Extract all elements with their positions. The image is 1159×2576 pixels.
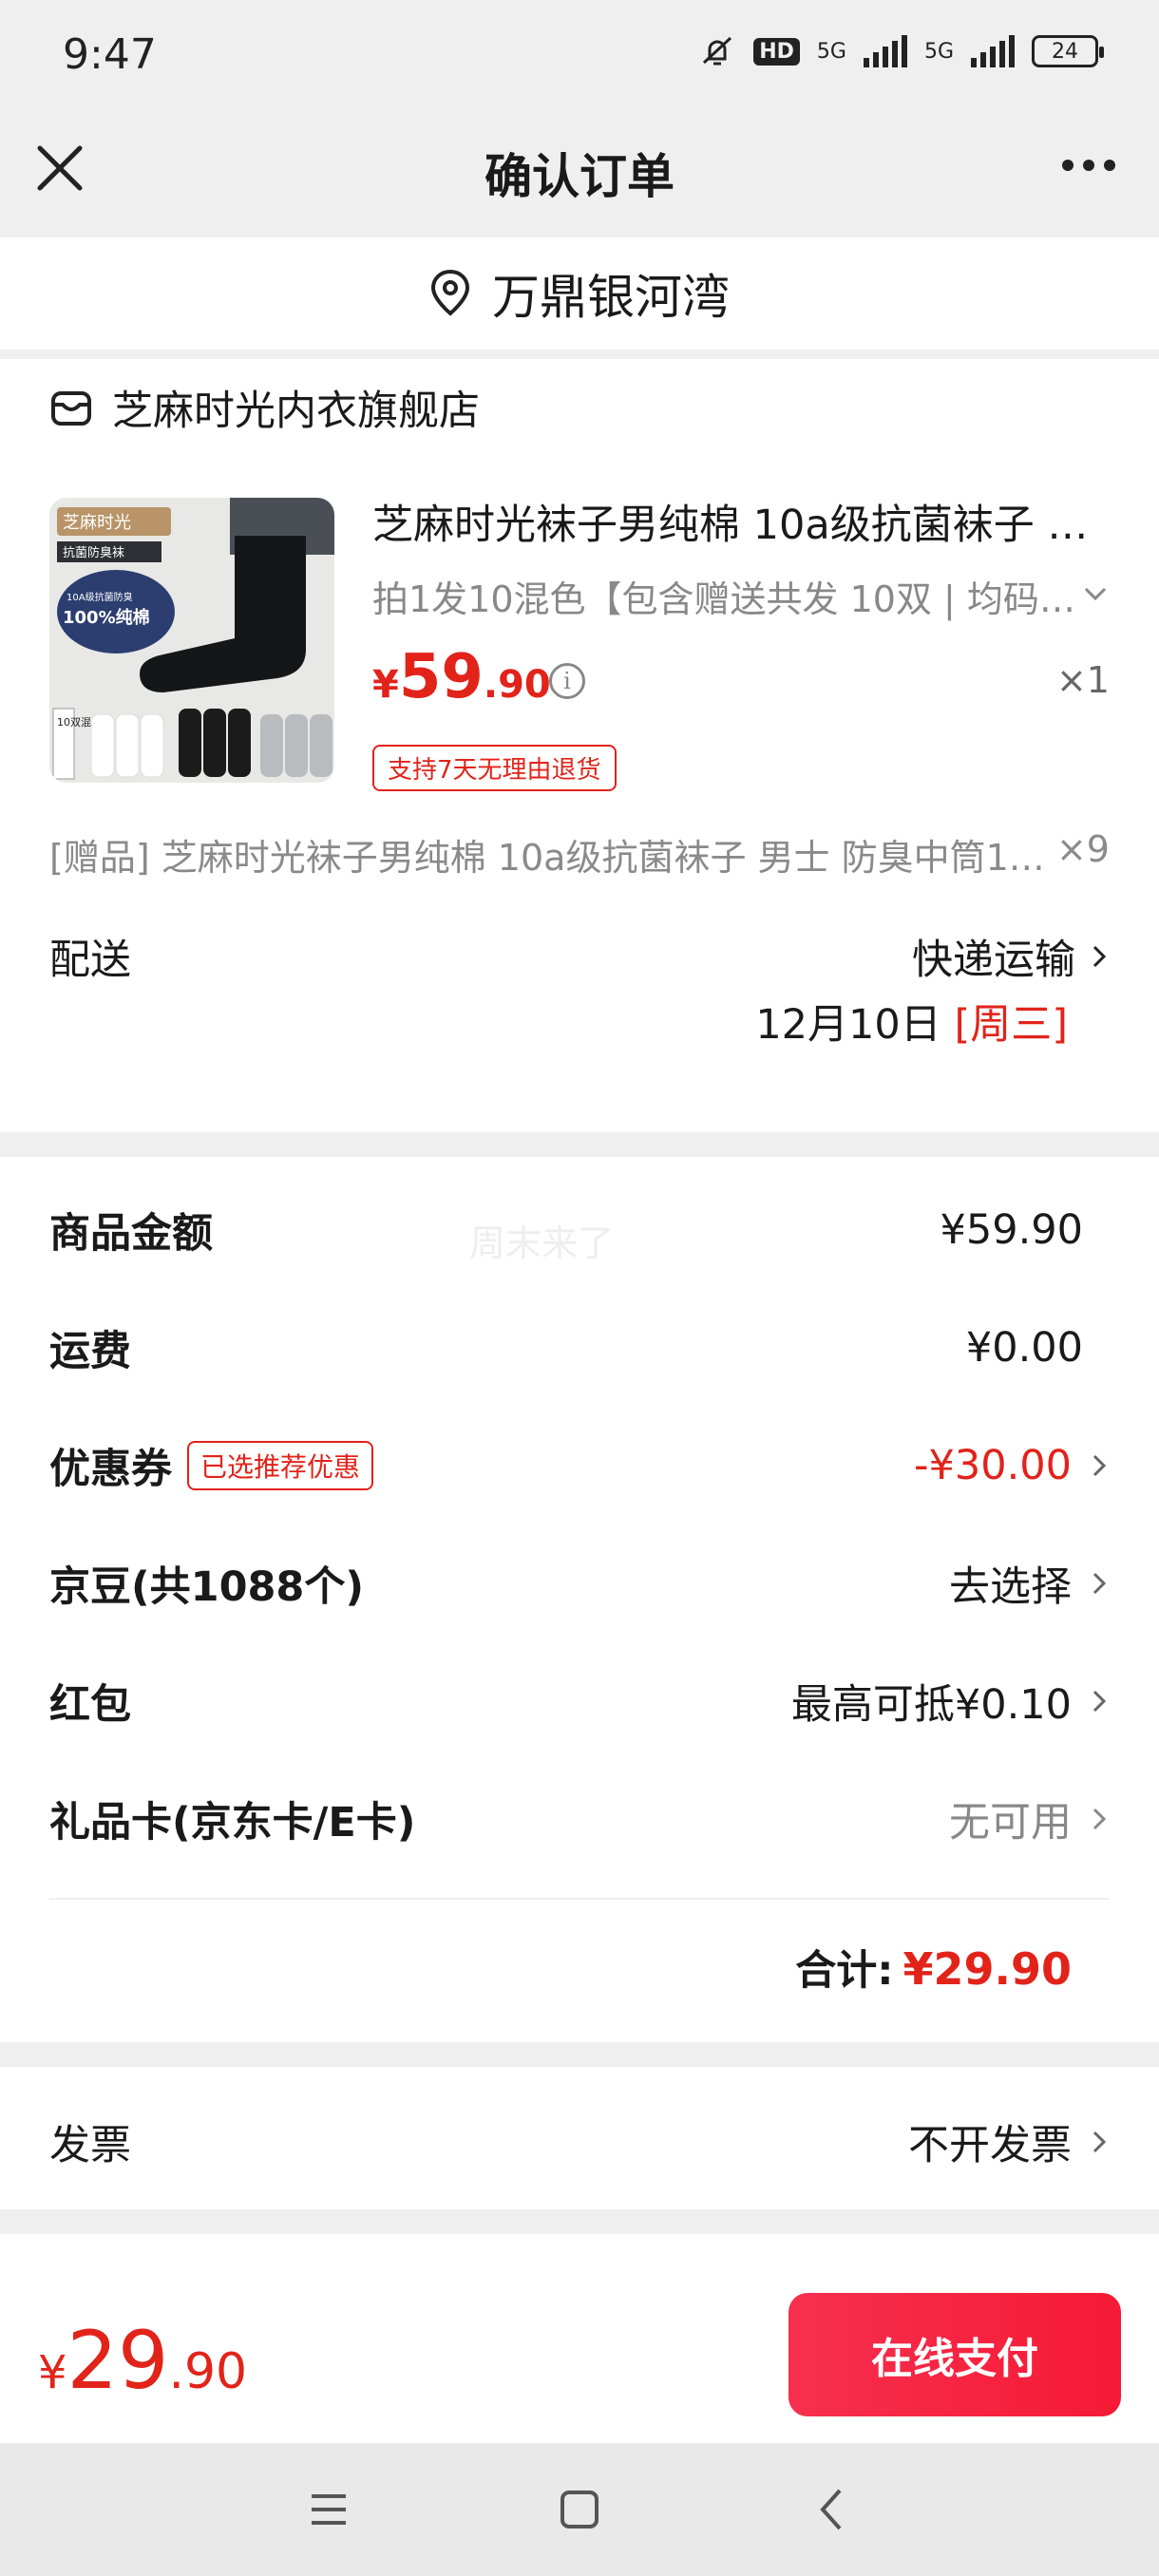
store-header[interactable]: 芝麻时光内衣旗舰店	[49, 378, 480, 437]
summary-row-coupon[interactable]: 优惠券 已选推荐优惠 -¥30.00	[49, 1436, 1110, 1495]
system-nav-bar	[0, 2443, 1159, 2576]
summary-row-value-wrap: -¥30.00	[914, 1442, 1110, 1489]
summary-row-value: ¥0.00	[965, 1324, 1083, 1372]
product-image-graphic: 芝麻时光 抗菌防臭袜 10A级抗菌防臭 100%纯棉 10双混色	[49, 498, 334, 783]
summary-row-label: 礼品卡(京东卡/E卡)	[49, 1799, 416, 1847]
chevron-right-icon	[1092, 1808, 1107, 1830]
summary-row-gift-card[interactable]: 礼品卡(京东卡/E卡) 无可用	[49, 1790, 1110, 1848]
battery-level: 24	[1052, 39, 1078, 64]
menu-icon[interactable]	[300, 2481, 357, 2538]
store-card: 芝麻时光内衣旗舰店 芝麻时光 抗菌防臭袜 10A级抗菌防臭 100%纯棉 10双…	[0, 359, 1159, 1132]
image-brand-text: 芝麻时光	[63, 513, 131, 533]
delivery-method[interactable]: 快递运输	[912, 927, 1110, 986]
address-text: 万鼎银河湾	[492, 270, 730, 325]
more-icon[interactable]	[1062, 160, 1115, 171]
summary-row-label-wrap: 优惠券 已选推荐优惠	[49, 1436, 374, 1495]
summary-divider	[49, 1898, 1110, 1900]
status-icons: HD 5G 5G 24	[698, 34, 1104, 68]
summary-row-value: ¥59.90	[940, 1206, 1083, 1254]
hd-badge: HD	[753, 37, 800, 66]
network-label-1: 5G	[816, 39, 846, 64]
signal-icon-2	[971, 35, 1015, 67]
location-pin-icon	[430, 269, 470, 316]
product-quantity: ×1	[1055, 659, 1110, 701]
total-value: ¥29.90	[902, 1943, 1072, 1995]
info-icon[interactable]: i	[549, 663, 585, 699]
summary-row-label: 运费	[49, 1328, 131, 1375]
summary-row-label: 商品金额	[49, 1210, 213, 1258]
invoice-value-wrap: 不开发票	[908, 2112, 1110, 2171]
summary-row-value: 无可用	[949, 1799, 1072, 1847]
delivery-method-text: 快递运输	[912, 937, 1075, 984]
price-summary-card: 周末来了 商品金额 ¥59.90 运费 ¥0.00 优惠券 已选推荐优惠 -¥3…	[0, 1157, 1159, 2042]
chevron-right-icon	[1092, 2131, 1107, 2153]
total-label: 合计:	[795, 1947, 894, 1995]
invoice-label: 发票	[49, 2122, 131, 2169]
store-icon	[51, 391, 91, 426]
pay-total-decimal: .90	[168, 2343, 248, 2400]
summary-row-value: 去选择	[949, 1563, 1072, 1611]
product-image[interactable]: 芝麻时光 抗菌防臭袜 10A级抗菌防臭 100%纯棉 10双混色	[49, 498, 334, 783]
chevron-right-icon	[1092, 945, 1107, 968]
store-name: 芝麻时光内衣旗舰店	[112, 388, 480, 435]
summary-row-label: 优惠券	[49, 1446, 172, 1493]
delivery-date-text: 12月10日	[755, 1001, 941, 1049]
signal-icon	[863, 35, 907, 67]
invoice-row[interactable]: 发票 不开发票	[49, 2112, 1110, 2171]
chevron-right-icon	[1092, 1690, 1107, 1713]
network-label-2: 5G	[923, 39, 954, 64]
price-integer: 59	[398, 642, 484, 712]
price-symbol: ¥	[372, 663, 399, 707]
chevron-right-icon	[1092, 1454, 1107, 1477]
page-header: 确认订单	[0, 114, 1159, 237]
return-policy-badge: 支持7天无理由退货	[372, 745, 617, 791]
delivery-date[interactable]: 12月10日 [周三]	[755, 992, 1068, 1051]
summary-row-value: 最高可抵¥0.10	[790, 1681, 1072, 1729]
battery-icon: 24	[1032, 35, 1104, 67]
chevron-down-icon[interactable]	[1081, 579, 1110, 608]
summary-row-value-wrap: 最高可抵¥0.10	[791, 1672, 1110, 1731]
price-decimal: .90	[483, 663, 551, 707]
summary-row-shipping: 运费 ¥0.00	[49, 1318, 1110, 1377]
summary-row-goods-amount: 商品金额 ¥59.90	[49, 1201, 1110, 1260]
gift-quantity: ×9	[1055, 828, 1110, 870]
pay-total: ¥ 29 .90	[38, 2314, 247, 2407]
total-row: 合计: ¥29.90	[795, 1938, 1072, 1997]
mute-icon	[703, 36, 732, 66]
delivery-weekday: [周三]	[954, 1001, 1068, 1049]
gift-row[interactable]: [赠品] 芝麻时光袜子男纯棉 10a级抗菌袜子 男士 防臭中筒10双 ×9	[49, 828, 1110, 881]
back-icon[interactable]	[804, 2481, 861, 2538]
pay-total-integer: 29	[66, 2314, 169, 2407]
summary-row-jd-beans[interactable]: 京豆(共1088个) 去选择	[49, 1554, 1110, 1613]
summary-row-red-packet[interactable]: 红包 最高可抵¥0.10	[49, 1672, 1110, 1731]
status-bar: 9:47 HD 5G 5G 24	[0, 0, 1159, 114]
product-spec[interactable]: 拍1发10混色【包含赠送共发 10双 | 均码【39-44】	[372, 570, 1075, 622]
summary-row-label: 京豆(共1088个)	[49, 1563, 364, 1611]
invoice-card: 发票 不开发票	[0, 2067, 1159, 2209]
address-bar[interactable]: 万鼎银河湾	[0, 237, 1159, 350]
image-tag-text: 抗菌防臭袜	[63, 545, 124, 560]
summary-row-value-wrap: 无可用	[949, 1790, 1110, 1848]
chevron-right-icon	[1092, 1572, 1107, 1595]
invoice-value: 不开发票	[908, 2122, 1072, 2169]
home-icon[interactable]	[551, 2481, 608, 2538]
pay-online-button[interactable]: 在线支付	[788, 2293, 1121, 2416]
pay-total-symbol: ¥	[38, 2346, 67, 2399]
delivery-label: 配送	[49, 937, 131, 984]
status-time: 9:47	[63, 30, 157, 79]
product-price: ¥ 59 .90	[372, 642, 551, 712]
coupon-badge: 已选推荐优惠	[187, 1441, 374, 1490]
summary-row-label: 红包	[49, 1681, 131, 1729]
summary-row-value-wrap: 去选择	[949, 1554, 1110, 1613]
image-cotton-text: 100%纯棉	[63, 607, 150, 628]
image-grade-text: 10A级抗菌防臭	[66, 591, 133, 603]
bottom-pay-bar: ¥ 29 .90 在线支付	[0, 2234, 1159, 2443]
gift-text: [赠品] 芝麻时光袜子男纯棉 10a级抗菌袜子 男士 防臭中筒10双	[49, 837, 1047, 879]
summary-row-value: -¥30.00	[914, 1442, 1072, 1489]
product-title[interactable]: 芝麻时光袜子男纯棉 10a级抗菌袜子 男士防臭中筒袜	[372, 492, 1113, 551]
page-title: 确认订单	[484, 149, 674, 204]
